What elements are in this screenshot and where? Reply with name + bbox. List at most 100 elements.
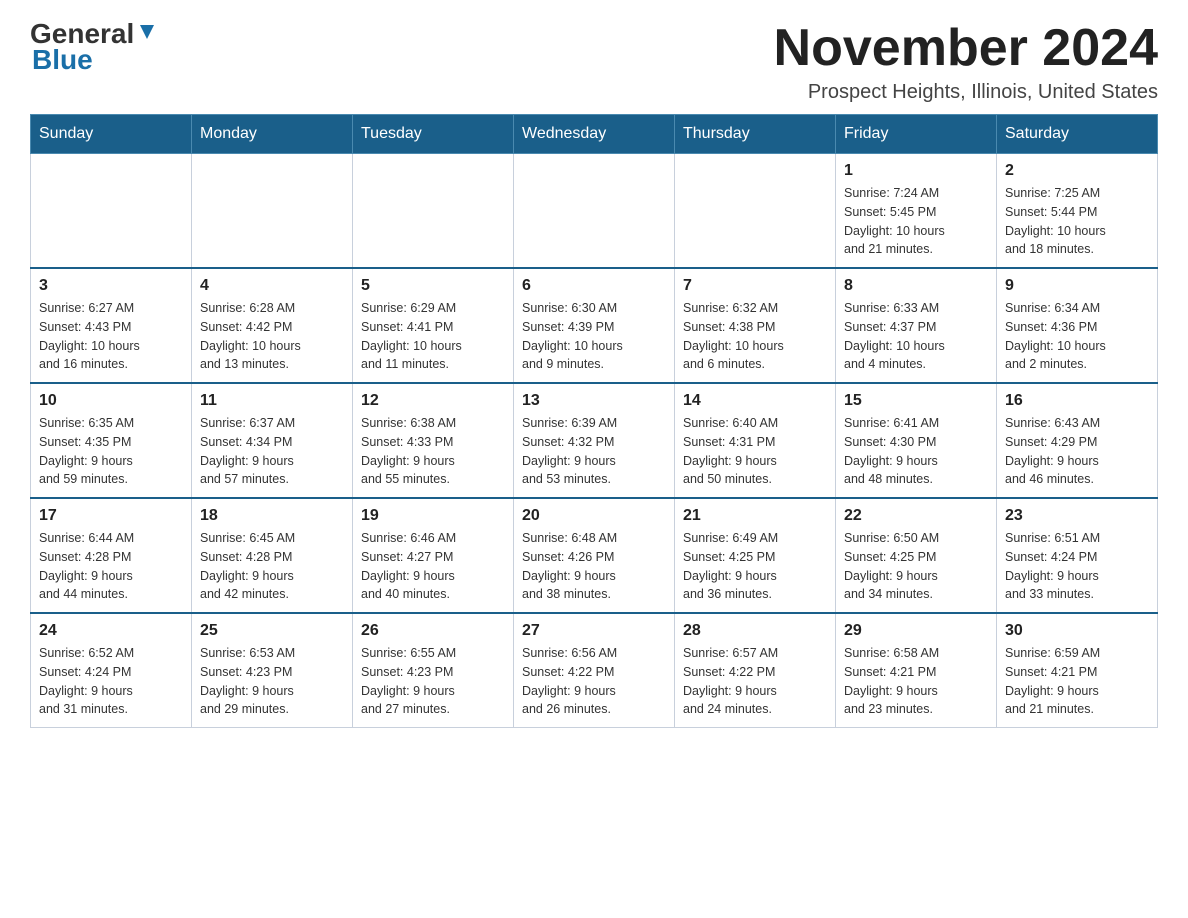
calendar-week-row: 17 Sunrise: 6:44 AMSunset: 4:28 PMDayligh… [31, 498, 1158, 613]
calendar-cell: 24 Sunrise: 6:52 AMSunset: 4:24 PMDayligh… [31, 613, 192, 728]
day-info: Sunrise: 7:25 AMSunset: 5:44 PMDaylight:… [1005, 184, 1149, 259]
day-info: Sunrise: 6:28 AMSunset: 4:42 PMDaylight:… [200, 299, 344, 374]
calendar-cell [675, 154, 836, 269]
calendar-cell: 14 Sunrise: 6:40 AMSunset: 4:31 PMDayligh… [675, 383, 836, 498]
day-number: 16 [1005, 392, 1149, 410]
day-info: Sunrise: 6:33 AMSunset: 4:37 PMDaylight:… [844, 299, 988, 374]
day-info: Sunrise: 6:35 AMSunset: 4:35 PMDaylight:… [39, 414, 183, 489]
day-number: 5 [361, 277, 505, 295]
calendar-cell: 4Sunrise: 6:28 AMSunset: 4:42 PMDaylight… [192, 268, 353, 383]
day-number: 22 [844, 507, 988, 525]
calendar-cell: 9 Sunrise: 6:34 AMSunset: 4:36 PMDaylight… [997, 268, 1158, 383]
day-number: 7 [683, 277, 827, 295]
calendar-cell: 22 Sunrise: 6:50 AMSunset: 4:25 PMDayligh… [836, 498, 997, 613]
day-number: 18 [200, 507, 344, 525]
calendar-cell: 5 Sunrise: 6:29 AMSunset: 4:41 PMDaylight… [353, 268, 514, 383]
day-info: Sunrise: 6:56 AMSunset: 4:22 PMDaylight:… [522, 644, 666, 719]
calendar-cell: 21 Sunrise: 6:49 AMSunset: 4:25 PMDayligh… [675, 498, 836, 613]
calendar-cell: 11Sunrise: 6:37 AMSunset: 4:34 PMDayligh… [192, 383, 353, 498]
calendar-cell: 23 Sunrise: 6:51 AMSunset: 4:24 PMDayligh… [997, 498, 1158, 613]
day-number: 12 [361, 392, 505, 410]
calendar-cell: 28Sunrise: 6:57 AMSunset: 4:22 PMDayligh… [675, 613, 836, 728]
calendar-week-row: 10 Sunrise: 6:35 AMSunset: 4:35 PMDayligh… [31, 383, 1158, 498]
weekday-header-sunday: Sunday [31, 115, 192, 154]
day-number: 17 [39, 507, 183, 525]
day-info: Sunrise: 6:51 AMSunset: 4:24 PMDaylight:… [1005, 529, 1149, 604]
day-number: 15 [844, 392, 988, 410]
day-number: 8 [844, 277, 988, 295]
calendar-cell: 26Sunrise: 6:55 AMSunset: 4:23 PMDayligh… [353, 613, 514, 728]
weekday-header-tuesday: Tuesday [353, 115, 514, 154]
day-info: Sunrise: 6:45 AMSunset: 4:28 PMDaylight:… [200, 529, 344, 604]
calendar-cell: 8 Sunrise: 6:33 AMSunset: 4:37 PMDaylight… [836, 268, 997, 383]
day-info: Sunrise: 6:37 AMSunset: 4:34 PMDaylight:… [200, 414, 344, 489]
calendar-cell [353, 154, 514, 269]
day-number: 21 [683, 507, 827, 525]
calendar-cell: 2 Sunrise: 7:25 AMSunset: 5:44 PMDaylight… [997, 154, 1158, 269]
page-header: General Blue November 2024 Prospect Heig… [30, 20, 1158, 104]
calendar-cell [31, 154, 192, 269]
calendar-cell: 12 Sunrise: 6:38 AMSunset: 4:33 PMDayligh… [353, 383, 514, 498]
weekday-header-wednesday: Wednesday [514, 115, 675, 154]
calendar-header-row: SundayMondayTuesdayWednesdayThursdayFrid… [31, 115, 1158, 154]
day-number: 19 [361, 507, 505, 525]
day-info: Sunrise: 6:46 AMSunset: 4:27 PMDaylight:… [361, 529, 505, 604]
calendar-table: SundayMondayTuesdayWednesdayThursdayFrid… [30, 114, 1158, 728]
day-info: Sunrise: 6:34 AMSunset: 4:36 PMDaylight:… [1005, 299, 1149, 374]
day-info: Sunrise: 6:32 AMSunset: 4:38 PMDaylight:… [683, 299, 827, 374]
calendar-cell [192, 154, 353, 269]
calendar-cell: 17 Sunrise: 6:44 AMSunset: 4:28 PMDayligh… [31, 498, 192, 613]
calendar-cell: 18 Sunrise: 6:45 AMSunset: 4:28 PMDayligh… [192, 498, 353, 613]
calendar-cell: 30 Sunrise: 6:59 AMSunset: 4:21 PMDayligh… [997, 613, 1158, 728]
day-info: Sunrise: 6:55 AMSunset: 4:23 PMDaylight:… [361, 644, 505, 719]
day-number: 10 [39, 392, 183, 410]
day-info: Sunrise: 6:40 AMSunset: 4:31 PMDaylight:… [683, 414, 827, 489]
calendar-cell: 19 Sunrise: 6:46 AMSunset: 4:27 PMDayligh… [353, 498, 514, 613]
day-number: 13 [522, 392, 666, 410]
logo-blue: Blue [30, 44, 93, 76]
day-info: Sunrise: 6:53 AMSunset: 4:23 PMDaylight:… [200, 644, 344, 719]
day-number: 2 [1005, 162, 1149, 180]
day-info: Sunrise: 6:57 AMSunset: 4:22 PMDaylight:… [683, 644, 827, 719]
calendar-cell: 7 Sunrise: 6:32 AMSunset: 4:38 PMDaylight… [675, 268, 836, 383]
day-info: Sunrise: 6:41 AMSunset: 4:30 PMDaylight:… [844, 414, 988, 489]
calendar-cell: 29Sunrise: 6:58 AMSunset: 4:21 PMDayligh… [836, 613, 997, 728]
day-info: Sunrise: 6:50 AMSunset: 4:25 PMDaylight:… [844, 529, 988, 604]
day-number: 25 [200, 622, 344, 640]
calendar-cell: 10 Sunrise: 6:35 AMSunset: 4:35 PMDayligh… [31, 383, 192, 498]
calendar-cell: 27 Sunrise: 6:56 AMSunset: 4:22 PMDayligh… [514, 613, 675, 728]
day-info: Sunrise: 6:44 AMSunset: 4:28 PMDaylight:… [39, 529, 183, 604]
day-info: Sunrise: 6:43 AMSunset: 4:29 PMDaylight:… [1005, 414, 1149, 489]
calendar-cell: 6Sunrise: 6:30 AMSunset: 4:39 PMDaylight… [514, 268, 675, 383]
day-number: 27 [522, 622, 666, 640]
day-info: Sunrise: 6:29 AMSunset: 4:41 PMDaylight:… [361, 299, 505, 374]
logo: General Blue [30, 20, 158, 76]
day-number: 30 [1005, 622, 1149, 640]
day-number: 20 [522, 507, 666, 525]
day-info: Sunrise: 6:58 AMSunset: 4:21 PMDaylight:… [844, 644, 988, 719]
calendar-week-row: 1Sunrise: 7:24 AMSunset: 5:45 PMDaylight… [31, 154, 1158, 269]
calendar-cell: 25 Sunrise: 6:53 AMSunset: 4:23 PMDayligh… [192, 613, 353, 728]
calendar-cell: 1Sunrise: 7:24 AMSunset: 5:45 PMDaylight… [836, 154, 997, 269]
day-number: 23 [1005, 507, 1149, 525]
day-info: Sunrise: 6:59 AMSunset: 4:21 PMDaylight:… [1005, 644, 1149, 719]
weekday-header-friday: Friday [836, 115, 997, 154]
day-info: Sunrise: 6:38 AMSunset: 4:33 PMDaylight:… [361, 414, 505, 489]
calendar-week-row: 24 Sunrise: 6:52 AMSunset: 4:24 PMDayligh… [31, 613, 1158, 728]
weekday-header-saturday: Saturday [997, 115, 1158, 154]
day-number: 24 [39, 622, 183, 640]
day-info: Sunrise: 6:39 AMSunset: 4:32 PMDaylight:… [522, 414, 666, 489]
day-info: Sunrise: 6:27 AMSunset: 4:43 PMDaylight:… [39, 299, 183, 374]
day-number: 14 [683, 392, 827, 410]
day-number: 6 [522, 277, 666, 295]
month-title: November 2024 [774, 20, 1158, 77]
day-number: 9 [1005, 277, 1149, 295]
calendar-cell [514, 154, 675, 269]
day-info: Sunrise: 6:49 AMSunset: 4:25 PMDaylight:… [683, 529, 827, 604]
title-section: November 2024 Prospect Heights, Illinois… [774, 20, 1158, 104]
day-info: Sunrise: 6:52 AMSunset: 4:24 PMDaylight:… [39, 644, 183, 719]
calendar-cell: 20 Sunrise: 6:48 AMSunset: 4:26 PMDayligh… [514, 498, 675, 613]
location: Prospect Heights, Illinois, United State… [774, 81, 1158, 104]
weekday-header-thursday: Thursday [675, 115, 836, 154]
day-info: Sunrise: 6:48 AMSunset: 4:26 PMDaylight:… [522, 529, 666, 604]
